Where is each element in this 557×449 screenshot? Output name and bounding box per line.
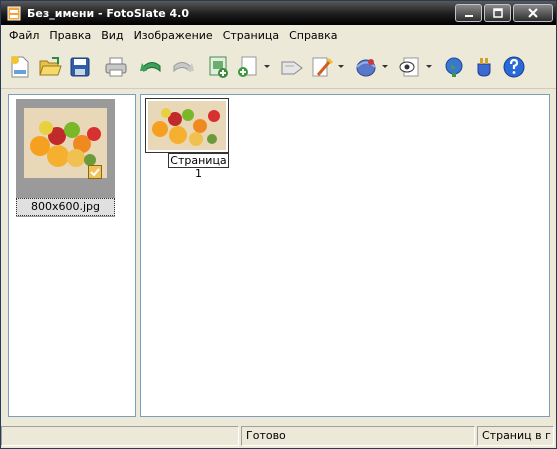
- open-icon: [39, 56, 62, 75]
- window-controls: [455, 4, 553, 22]
- menu-bar: Файл Правка Вид Изображение Страница Спр…: [1, 25, 556, 45]
- effects-button[interactable]: [307, 49, 337, 85]
- help-button[interactable]: [499, 49, 529, 85]
- plugin-button[interactable]: [469, 49, 499, 85]
- preview-dropdown[interactable]: [425, 49, 433, 85]
- chevron-down-icon: [426, 65, 432, 68]
- image-list-pane[interactable]: 800x600.jpg: [8, 94, 136, 417]
- image-thumbnail-item[interactable]: 800x600.jpg: [16, 99, 115, 217]
- close-button[interactable]: [513, 4, 553, 22]
- status-pages: Страниц в г: [477, 426, 554, 446]
- web-button[interactable]: [439, 49, 469, 85]
- app-icon: [7, 6, 21, 21]
- menu-page[interactable]: Страница: [218, 29, 284, 42]
- menu-help[interactable]: Справка: [284, 29, 342, 42]
- checkmark-icon: [88, 165, 102, 179]
- share-icon: [356, 58, 376, 76]
- web-icon: [445, 57, 463, 77]
- edit-button[interactable]: [277, 49, 307, 85]
- plugin-icon: [477, 57, 491, 77]
- minimize-icon: [464, 15, 473, 17]
- fruit-image: [148, 101, 226, 150]
- share-button[interactable]: [351, 49, 381, 85]
- effects-icon: [312, 57, 334, 76]
- print-button[interactable]: [101, 49, 131, 85]
- app-window: Без_имени - FotoSlate 4.0 Файл Правка Ви…: [0, 0, 557, 449]
- thumbnail-filename: 800x600.jpg: [16, 198, 115, 216]
- add-image-icon: [209, 56, 228, 78]
- undo-icon: [140, 61, 161, 72]
- undo-button[interactable]: [137, 49, 167, 85]
- help-icon: [503, 56, 525, 77]
- maximize-button[interactable]: [484, 4, 511, 22]
- preview-button[interactable]: [395, 49, 425, 85]
- new-button[interactable]: [5, 49, 35, 85]
- page-label: Страница 1: [168, 153, 229, 180]
- save-icon: [70, 57, 90, 76]
- chevron-down-icon: [338, 65, 344, 68]
- status-ready: Готово: [241, 426, 475, 446]
- add-page-button[interactable]: [233, 49, 263, 85]
- menu-image[interactable]: Изображение: [129, 29, 218, 42]
- title-bar[interactable]: Без_имени - FotoSlate 4.0: [1, 1, 556, 25]
- maximize-icon: [492, 8, 503, 18]
- add-image-button[interactable]: [203, 49, 233, 85]
- effects-dropdown[interactable]: [337, 49, 345, 85]
- preview-icon: [399, 57, 419, 76]
- new-icon: [11, 55, 29, 77]
- menu-view[interactable]: Вид: [96, 29, 128, 42]
- page-thumbnail[interactable]: [145, 98, 229, 153]
- add-page-icon: [238, 56, 257, 77]
- menu-file[interactable]: Файл: [4, 29, 44, 42]
- pane-border: [550, 94, 554, 417]
- chevron-down-icon: [264, 65, 270, 68]
- edit-icon: [281, 61, 303, 74]
- redo-button[interactable]: [167, 49, 197, 85]
- redo-icon: [173, 61, 194, 72]
- window-title: Без_имени - FotoSlate 4.0: [27, 6, 190, 20]
- close-icon: [528, 8, 538, 18]
- status-left: [1, 426, 239, 446]
- page-layout-pane[interactable]: Страница 1: [140, 94, 550, 417]
- minimize-button[interactable]: [455, 4, 482, 22]
- share-dropdown[interactable]: [381, 49, 389, 85]
- chevron-down-icon: [382, 65, 388, 68]
- open-button[interactable]: [35, 49, 65, 85]
- menu-edit[interactable]: Правка: [44, 29, 96, 42]
- toolbar: [1, 45, 556, 89]
- print-icon: [105, 57, 127, 76]
- status-bar: Готово Страниц в г: [1, 424, 556, 448]
- add-page-dropdown[interactable]: [263, 49, 271, 85]
- save-button[interactable]: [65, 49, 95, 85]
